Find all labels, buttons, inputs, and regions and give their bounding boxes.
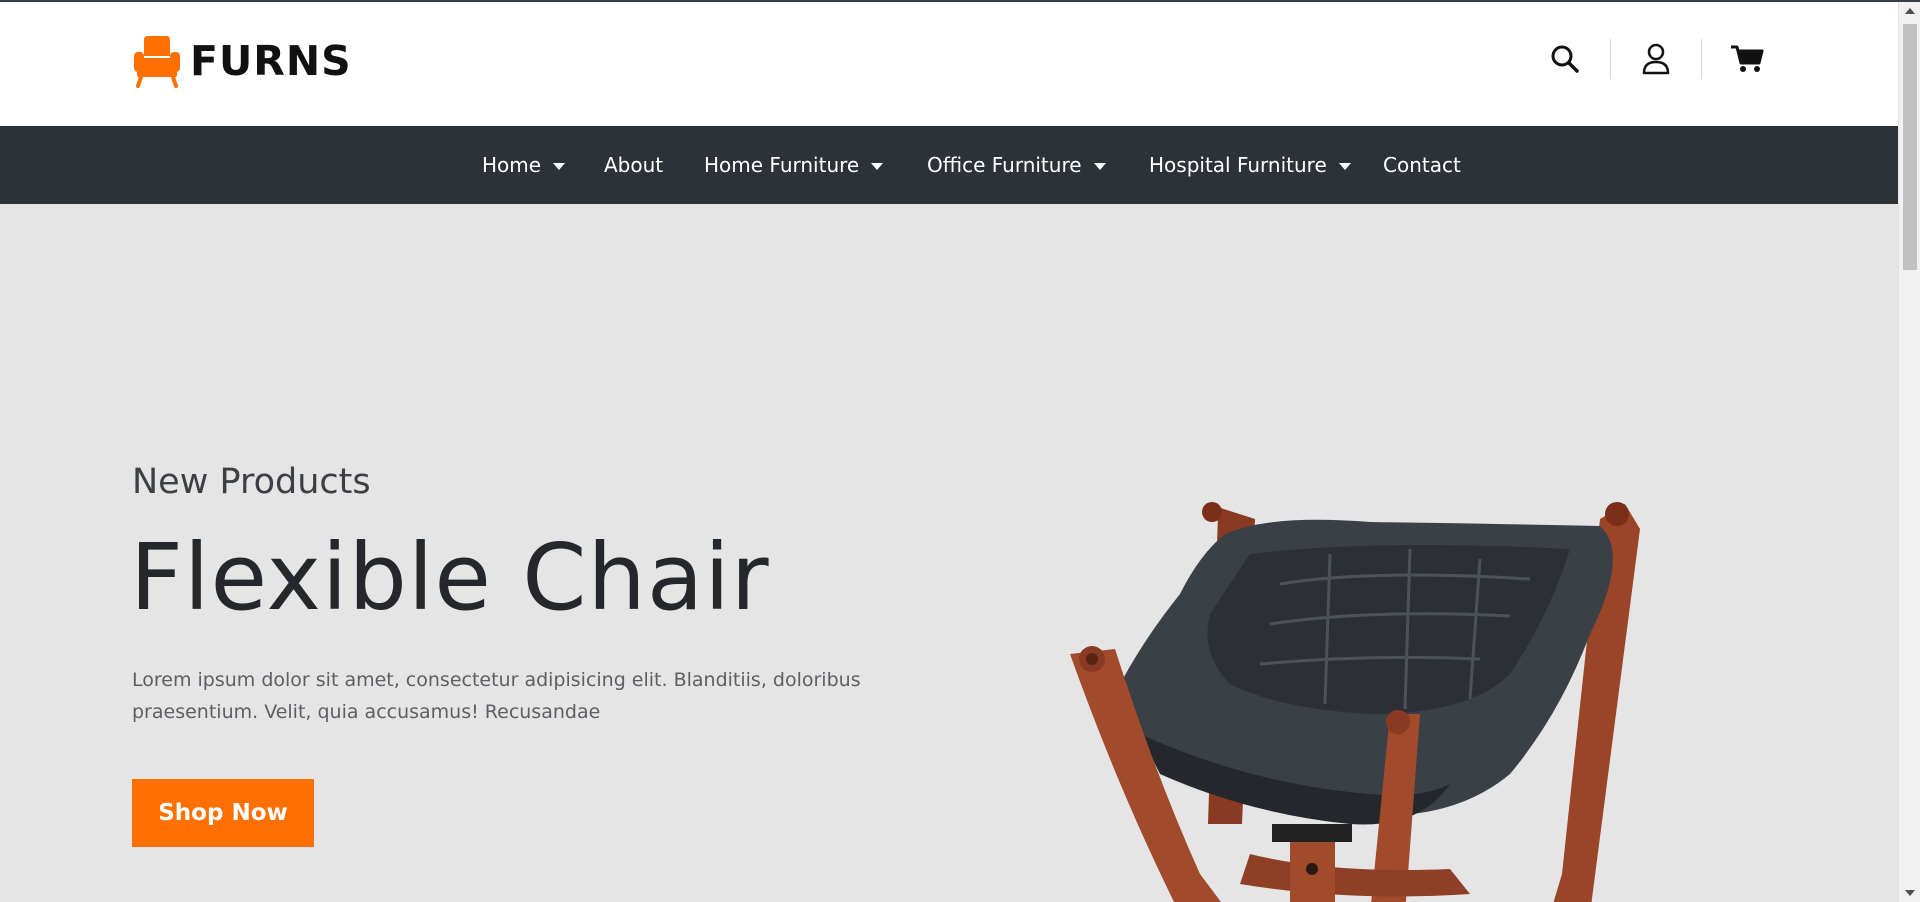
scrollbar-thumb[interactable]: [1903, 24, 1917, 270]
shop-now-button[interactable]: Shop Now: [132, 779, 314, 847]
nav-item-hospital-furniture[interactable]: Hospital Furniture: [1149, 126, 1351, 204]
nav-item-label: About: [604, 153, 664, 177]
hero-banner: New Products Flexible Chair Lorem ipsum …: [0, 204, 1898, 902]
header-divider: [1701, 39, 1702, 79]
main-nav: Home About Home Furniture Office Furnitu…: [0, 126, 1898, 204]
nav-item-about[interactable]: About: [604, 126, 663, 204]
cart-icon: [1731, 45, 1764, 72]
armchair-logo-icon: [134, 36, 180, 88]
nav-item-contact[interactable]: Contact: [1383, 126, 1461, 204]
scroll-up-arrow-icon[interactable]: [1905, 8, 1915, 14]
scroll-down-arrow-icon[interactable]: [1905, 890, 1915, 896]
hero-subtitle: New Products: [132, 462, 371, 502]
caret-down-icon: [553, 162, 566, 170]
account-button[interactable]: [1633, 36, 1679, 82]
nav-item-label: Contact: [1383, 153, 1461, 177]
header-divider: [1610, 39, 1611, 79]
nav-item-label: Hospital Furniture: [1149, 153, 1327, 177]
nav-item-office-furniture[interactable]: Office Furniture: [927, 126, 1106, 204]
nav-item-label: Home Furniture: [704, 153, 860, 177]
nav-item-label: Office Furniture: [927, 153, 1082, 177]
page-scrollbar[interactable]: [1898, 2, 1920, 902]
search-icon: [1551, 45, 1579, 73]
site-header: FURNS: [0, 2, 1898, 126]
brand-name: FURNS: [190, 37, 352, 85]
cart-button[interactable]: [1724, 36, 1770, 82]
search-button[interactable]: [1542, 36, 1588, 82]
nav-item-home-furniture[interactable]: Home Furniture: [704, 126, 884, 204]
nav-item-label: Home: [482, 153, 542, 177]
caret-down-icon: [1093, 162, 1106, 170]
caret-down-icon: [1338, 162, 1351, 170]
nav-item-home[interactable]: Home: [482, 126, 566, 204]
brand-logo[interactable]: FURNS: [132, 34, 352, 88]
hero-title: Flexible Chair: [130, 524, 770, 631]
hero-description: Lorem ipsum dolor sit amet, consectetur …: [132, 669, 861, 723]
user-icon: [1642, 43, 1670, 75]
caret-down-icon: [871, 162, 884, 170]
header-actions: [1542, 36, 1770, 82]
leather-chair-image: [1070, 502, 1640, 902]
